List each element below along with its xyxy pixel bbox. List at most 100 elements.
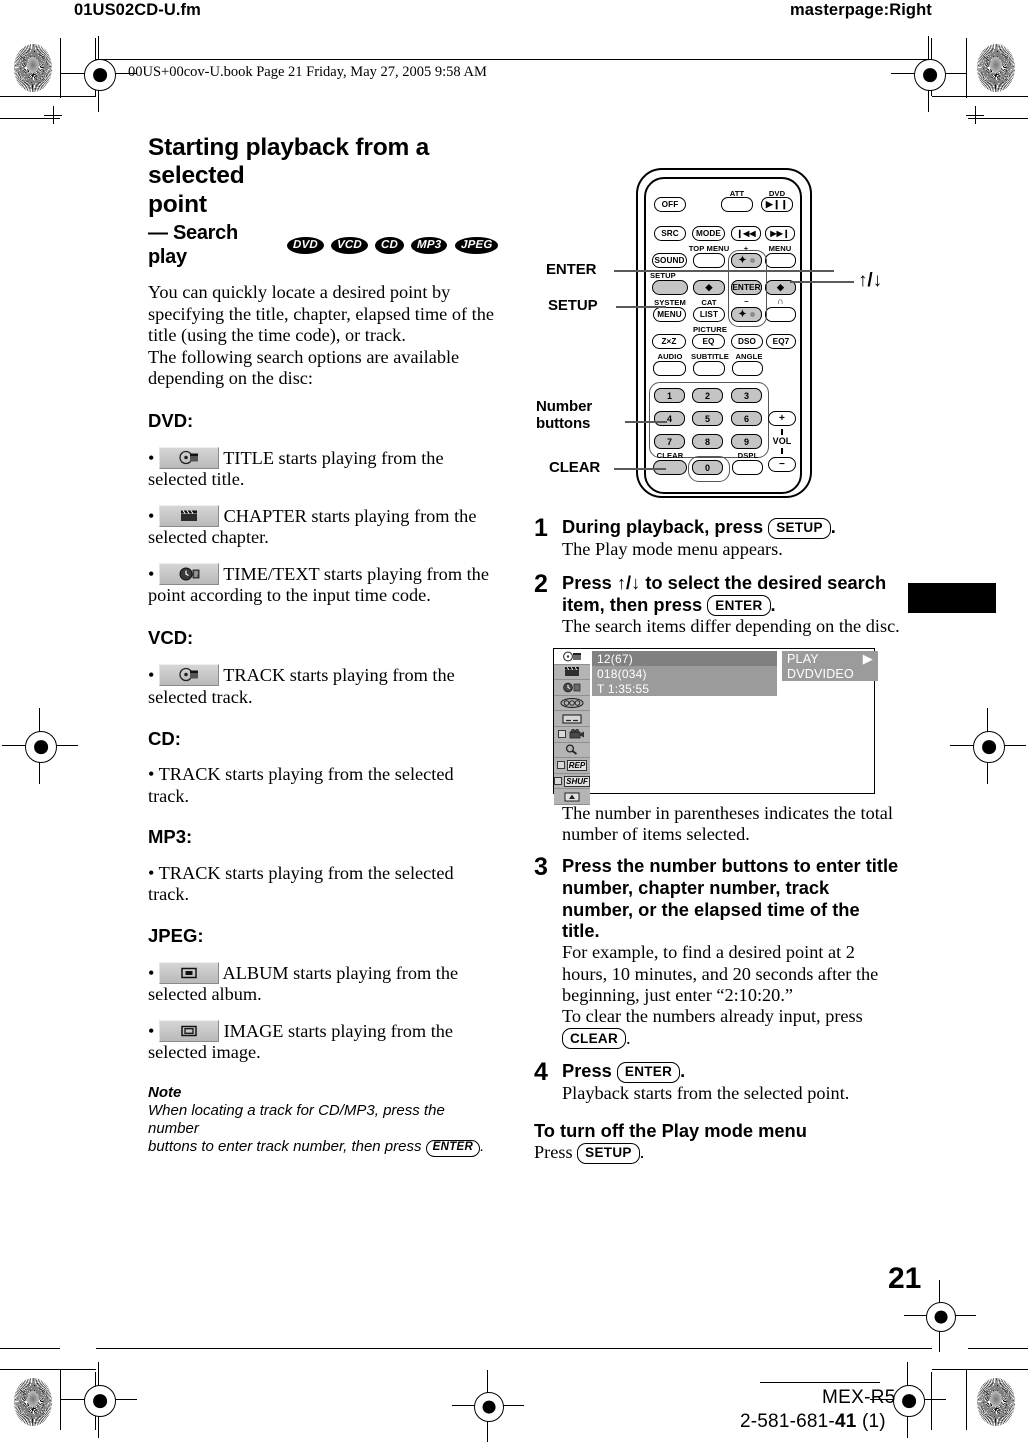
intro-line-1: You can quickly locate a desired point b… — [148, 282, 451, 303]
callout-leader-updown — [790, 281, 854, 283]
audio-button[interactable] — [653, 361, 686, 376]
osd-subtitle-icon[interactable] — [554, 711, 590, 727]
osd-status-format: DVDVIDEO — [782, 666, 878, 681]
list-item-text: IMAGE starts playing from the — [223, 1020, 454, 1041]
osd-shuffle-checkbox[interactable] — [554, 777, 563, 786]
page-title-line2: point — [148, 190, 207, 218]
setup-button[interactable] — [652, 280, 688, 295]
eq7-button[interactable]: EQ7 — [766, 334, 796, 349]
sound-button[interactable]: SOUND — [652, 253, 687, 268]
mode-button[interactable]: MODE — [692, 226, 725, 241]
step-3-body-period: . — [626, 1027, 631, 1048]
volume-up-button[interactable]: + — [768, 411, 796, 426]
top-menu-button[interactable] — [693, 253, 725, 268]
off-button[interactable]: OFF — [654, 197, 686, 212]
subtitle-label: SUBTITLE — [691, 352, 729, 361]
crop-cross-top-left — [44, 106, 62, 124]
angle-label: ANGLE — [735, 352, 763, 361]
osd-row-time[interactable]: T 1:35:55 — [592, 681, 777, 696]
osd-screenshot: REP SHUF 12(67) 018(034) T 1:35:55 PLAY … — [553, 648, 878, 805]
osd-audio-icon[interactable] — [554, 696, 590, 712]
number-button-1[interactable]: 1 — [654, 388, 685, 403]
eq-button[interactable]: EQ — [692, 334, 725, 349]
cat-list-button[interactable]: LIST — [693, 307, 725, 322]
osd-chapter-clapperboard-icon[interactable] — [554, 665, 590, 681]
number-button-4[interactable]: 4 — [654, 411, 685, 426]
osd-title-disc-icon[interactable] — [554, 649, 590, 665]
step-3-body-line-2: hours, 10 minutes, and 20 seconds after … — [562, 963, 879, 984]
step-1: 1 During playback, press SETUP. The Play… — [534, 516, 904, 560]
reg-target-mid-right — [950, 708, 1026, 784]
volume-down-button[interactable]: − — [768, 457, 796, 472]
left-arrow-button[interactable]: ◆ — [693, 280, 725, 295]
list-item: • ALBUM starts playing from the selected… — [148, 961, 498, 1006]
volume-divider-top — [781, 429, 783, 435]
number-button-8[interactable]: 8 — [692, 434, 723, 449]
osd-repeat-icon[interactable]: REP — [554, 758, 590, 774]
header-masterpage: masterpage:Right — [790, 1, 932, 19]
dspl-button[interactable] — [732, 460, 763, 475]
closing-heading: To turn off the Play mode menu — [534, 1120, 807, 1142]
osd-caption: The number in parentheses indicates the … — [534, 803, 908, 846]
note-line-2-text: buttons to enter track number, then pres… — [148, 1138, 426, 1156]
osd-time-clock-icon[interactable] — [554, 680, 590, 696]
model-name: MEX-R5 — [822, 1387, 896, 1408]
osd-row-title[interactable]: 12(67) — [592, 651, 777, 666]
crop-line-br-h2 — [968, 1348, 1028, 1350]
list-item-text-cont: point according to the input time code. — [148, 585, 431, 606]
zxz-button[interactable]: Z×Z — [652, 334, 686, 349]
closing-text: Press — [534, 1142, 578, 1163]
number-button-5[interactable]: 5 — [692, 411, 723, 426]
callout-leader-number — [625, 421, 667, 423]
chapter-clapperboard-icon — [158, 504, 219, 527]
image-icon — [158, 1019, 219, 1042]
next-track-button[interactable]: ▶▶❙ — [765, 226, 795, 241]
intro-line-3: title (using the time code), or track. — [148, 325, 406, 346]
osd-caption-line1: The number in parentheses indicates the … — [562, 803, 893, 823]
osd-angle-camera-icon[interactable] — [554, 727, 590, 743]
step-3-line-3: number, or the elapsed time of the — [562, 898, 860, 920]
list-item-text-cont: selected album. — [148, 984, 262, 1005]
osd-shuffle-icon[interactable]: SHUF — [554, 774, 590, 790]
number-button-7[interactable]: 7 — [654, 434, 685, 449]
crop-line-tl-v — [60, 38, 62, 98]
enter-key-capsule: ENTER — [616, 1061, 681, 1083]
volume-divider-bottom — [781, 448, 783, 454]
subtitle-button[interactable] — [693, 361, 725, 376]
reg-target-mid-left — [2, 708, 78, 784]
list-item-text: TIME/TEXT starts playing from the — [223, 563, 489, 584]
disc-badge-jpeg: JPEG — [454, 236, 499, 254]
prev-track-button[interactable]: ❙◀◀ — [731, 226, 761, 241]
callout-clear: CLEAR — [549, 459, 601, 476]
system-menu-button[interactable]: MENU — [653, 307, 686, 322]
osd-search-magnifier-icon[interactable] — [554, 743, 590, 759]
menu-button[interactable] — [765, 253, 796, 268]
step-4: 4 Press ENTER. Playback starts from the … — [534, 1060, 908, 1104]
reg-target-top-left — [61, 36, 137, 112]
setup-label: SETUP — [650, 271, 676, 280]
number-button-2[interactable]: 2 — [692, 388, 723, 403]
list-item-text-cont: selected chapter. — [148, 527, 269, 548]
right-column: 1 During playback, press SETUP. The Play… — [534, 516, 904, 638]
headphone-button[interactable] — [765, 307, 796, 322]
number-button-9[interactable]: 9 — [731, 434, 762, 449]
list-item-text: ALBUM starts playing from the — [222, 962, 459, 983]
osd-play-text: PLAY — [787, 651, 819, 666]
thumb-index-tab — [908, 583, 996, 613]
number-button-3[interactable]: 3 — [731, 388, 762, 403]
print-rosette-top-right — [977, 44, 1015, 92]
src-button[interactable]: SRC — [654, 226, 686, 241]
enter-key-capsule: ENTER — [425, 1139, 481, 1157]
dvd-play-pause-button[interactable]: ▶❙❙ — [761, 197, 793, 212]
osd-repeat-label: REP — [566, 759, 588, 771]
osd-angle-checkbox[interactable] — [558, 730, 566, 739]
osd-repeat-checkbox[interactable] — [556, 761, 565, 770]
section-heading-mp3: MP3: — [148, 826, 193, 848]
dso-button[interactable]: DSO — [731, 334, 763, 349]
page-title: Starting playback from a selected point — [148, 134, 498, 219]
angle-button[interactable] — [732, 361, 763, 376]
att-button[interactable] — [721, 197, 753, 212]
number-button-6[interactable]: 6 — [731, 411, 762, 426]
osd-row-chapter[interactable]: 018(034) — [592, 666, 777, 681]
section-heading-cd: CD: — [148, 728, 181, 750]
